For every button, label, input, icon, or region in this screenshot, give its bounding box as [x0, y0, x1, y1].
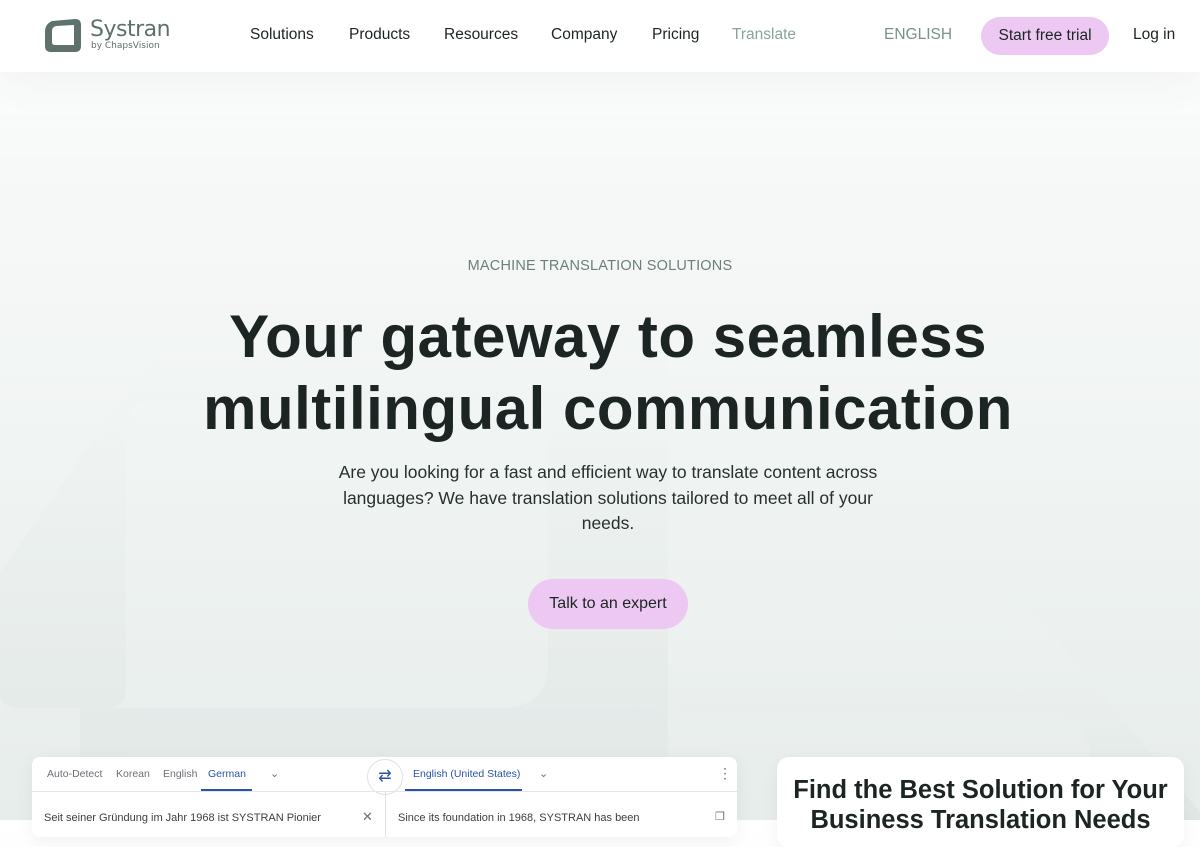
brand-name: Systran — [90, 17, 171, 42]
target-text-field: Since its foundation in 1968, SYSTRAN ha… — [398, 812, 640, 824]
talk-to-expert-button[interactable]: Talk to an expert — [528, 579, 688, 629]
nav-translate[interactable]: Translate — [732, 26, 796, 44]
hero-title-line-1: Your gateway to seamless — [229, 303, 987, 370]
close-icon[interactable]: ✕ — [362, 809, 373, 825]
logo-mark-icon — [45, 19, 81, 52]
hero-title-line-2: multilingual communication — [203, 375, 1013, 442]
nav-products[interactable]: Products — [349, 26, 410, 44]
hero-eyebrow: MACHINE TRANSLATION SOLUTIONS — [467, 258, 733, 274]
target-lang-english-us[interactable]: English (United States) — [413, 768, 520, 780]
chevron-down-icon[interactable]: ⌄ — [270, 767, 279, 780]
nav-resources[interactable]: Resources — [444, 26, 518, 44]
brand-subtitle: by ChapsVision — [91, 41, 160, 51]
nav-pricing[interactable]: Pricing — [652, 26, 699, 44]
hero-title: Your gateway to seamless multilingual co… — [150, 301, 1066, 445]
swap-icon[interactable]: ⇄ — [367, 759, 403, 795]
copy-icon[interactable]: ❐ — [715, 810, 725, 823]
solution-card: Find the Best Solution for Your Business… — [777, 757, 1184, 847]
source-lang-english[interactable]: English — [163, 768, 197, 780]
translator-widget: Auto-Detect Korean English German ⌄ ⇄ En… — [32, 757, 737, 837]
source-text-field[interactable]: Seit seiner Gründung im Jahr 1968 ist SY… — [44, 812, 321, 824]
chevron-down-icon[interactable]: ⌄ — [539, 767, 548, 780]
start-free-trial-button[interactable]: Start free trial — [981, 17, 1109, 55]
hero-background-art — [0, 274, 1200, 820]
nav-solutions[interactable]: Solutions — [250, 26, 314, 44]
site-header: Systran by ChapsVision Solutions Product… — [0, 0, 1200, 72]
login-link[interactable]: Log in — [1133, 26, 1175, 44]
source-lang-auto-detect[interactable]: Auto-Detect — [47, 768, 102, 780]
more-vertical-icon[interactable]: ⋮ — [718, 765, 732, 782]
hero-subtitle: Are you looking for a fast and efficient… — [338, 462, 878, 533]
translator-panel-divider — [385, 791, 386, 837]
source-lang-german[interactable]: German — [208, 768, 246, 780]
nav-company[interactable]: Company — [551, 26, 617, 44]
source-lang-korean[interactable]: Korean — [116, 768, 150, 780]
solution-card-title: Find the Best Solution for Your Business… — [793, 776, 1168, 834]
language-selector[interactable]: ENGLISH — [884, 26, 952, 44]
systran-logo[interactable]: Systran by ChapsVision — [43, 17, 173, 54]
